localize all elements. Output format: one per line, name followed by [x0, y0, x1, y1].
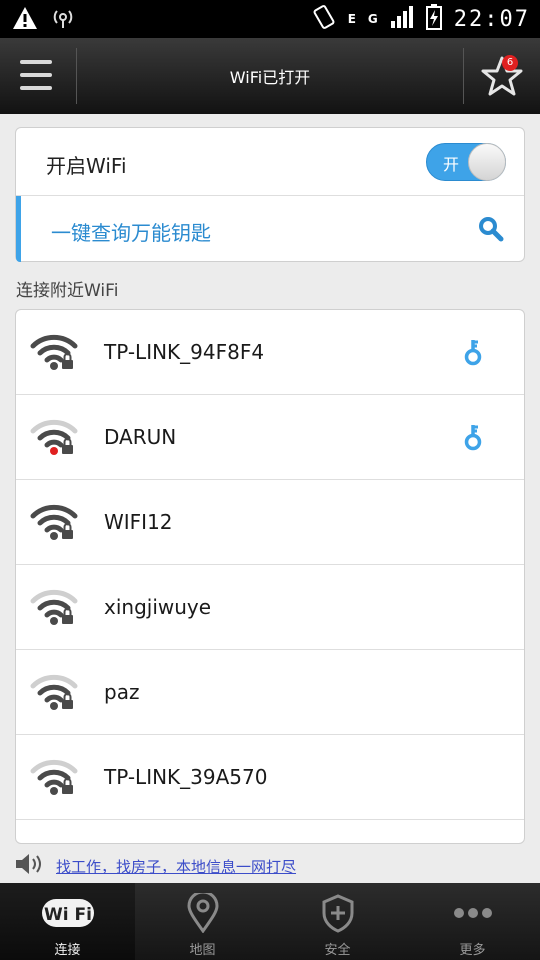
- wifi-ssid: TP-LINK_94F8F4: [104, 340, 265, 364]
- notice-bar[interactable]: 找工作，找房子，本地信息一网打尽: [14, 853, 524, 879]
- section-title: 连接附近WiFi: [16, 281, 119, 301]
- key-icon[interactable]: [464, 423, 482, 455]
- map-pin-icon: [185, 890, 221, 937]
- wifi-control-card: 开启WiFi 开 一键查询万能钥匙: [15, 127, 525, 262]
- wifi-network-row[interactable]: TP-LINK_94F8F4: [16, 310, 524, 395]
- shield-icon: [320, 893, 356, 937]
- page-title: WiFi已打开: [229, 68, 311, 87]
- tab-label: 安全: [324, 943, 351, 958]
- clock: 22:07: [453, 6, 530, 32]
- wifi-signal-icon: [30, 587, 78, 631]
- wifi-toggle-switch[interactable]: 开: [426, 143, 506, 181]
- wifi-signal-icon: [30, 417, 78, 461]
- wifi-icon: Wi Fi: [41, 893, 95, 935]
- search-icon[interactable]: [478, 216, 504, 246]
- wifi-ssid: DARUN: [104, 425, 177, 449]
- app-header: WiFi已打开 6: [0, 38, 540, 114]
- svg-text:Wi Fi: Wi Fi: [44, 905, 92, 925]
- wifi-signal-icon: [30, 502, 78, 546]
- warning-icon: [12, 6, 38, 34]
- more-icon: [451, 893, 495, 937]
- wifi-ssid: TP-LINK_39A570: [104, 765, 268, 789]
- speaker-icon: [14, 853, 44, 879]
- wifi-network-row[interactable]: xingjiwuye: [16, 565, 524, 650]
- wifi-toggle-label: 开启WiFi: [46, 154, 127, 178]
- bottom-tab-bar: Wi Fi 连接 地图 安全 更多: [0, 883, 540, 960]
- wifi-network-row[interactable]: DARUN: [16, 395, 524, 480]
- wifi-signal-icon: [30, 332, 78, 376]
- signal-bars-icon: [390, 5, 414, 33]
- tab-label: 地图: [189, 943, 216, 958]
- tab-security[interactable]: 安全: [270, 883, 405, 960]
- tab-connect[interactable]: Wi Fi 连接: [0, 883, 135, 960]
- tab-map[interactable]: 地图: [135, 883, 270, 960]
- toggle-knob: [468, 143, 506, 181]
- status-bar: E G 22:07: [0, 0, 540, 38]
- wifi-toggle-row: 开启WiFi 开: [16, 128, 524, 196]
- notification-badge: 6: [502, 55, 518, 71]
- network-list: TP-LINK_94F8F4 DARUN WIFI12 xingjiwuye paz TP…: [15, 309, 525, 844]
- wifi-ssid: WIFI12: [104, 510, 173, 534]
- query-key-label: 一键查询万能钥匙: [51, 221, 211, 245]
- network-type-g: G: [367, 12, 378, 26]
- wifi-network-row[interactable]: paz: [16, 650, 524, 735]
- battery-charging-icon: [425, 4, 442, 34]
- key-icon[interactable]: [464, 338, 482, 370]
- tab-more[interactable]: 更多: [405, 883, 540, 960]
- network-type-e: E: [347, 12, 356, 26]
- wireless-debug-icon: [50, 6, 76, 34]
- header-divider-right: [463, 48, 464, 104]
- wifi-ssid: paz: [104, 680, 140, 704]
- wifi-signal-icon: [30, 757, 78, 801]
- vibrate-icon: [312, 4, 336, 34]
- wifi-signal-icon: [30, 672, 78, 716]
- wifi-network-row[interactable]: TP-LINK_39A570: [16, 735, 524, 820]
- tab-label: 连接: [54, 943, 81, 958]
- toggle-state-label: 开: [443, 155, 460, 174]
- notice-link[interactable]: 找工作，找房子，本地信息一网打尽: [56, 856, 296, 877]
- wifi-ssid: xingjiwuye: [104, 595, 212, 619]
- query-key-row[interactable]: 一键查询万能钥匙: [16, 196, 524, 262]
- tab-label: 更多: [459, 943, 486, 958]
- favorites-button[interactable]: 6: [478, 52, 526, 100]
- wifi-network-row[interactable]: WIFI12: [16, 480, 524, 565]
